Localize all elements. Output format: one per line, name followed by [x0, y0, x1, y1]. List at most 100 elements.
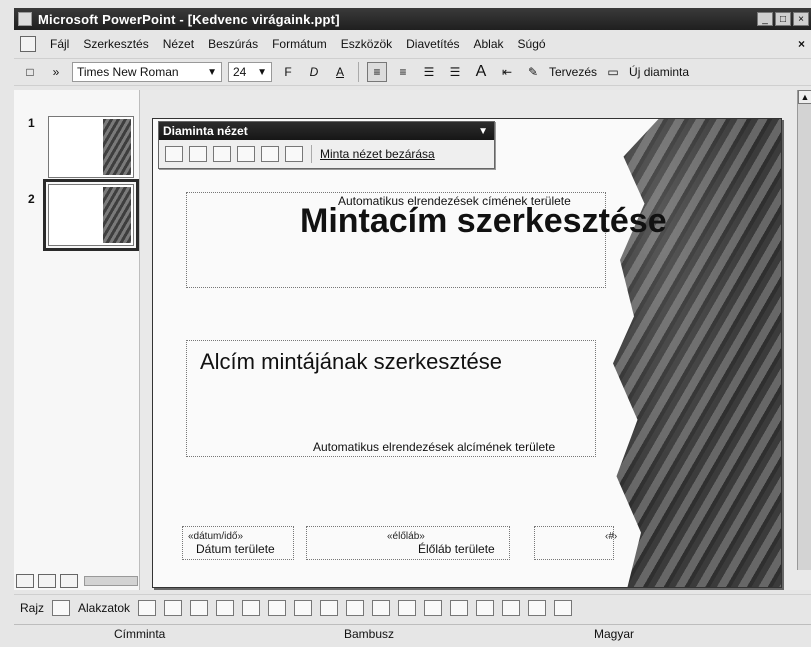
align-center-icon[interactable]: ≡ — [393, 62, 413, 82]
font-color-icon[interactable] — [424, 599, 443, 616]
close-master-view-button[interactable]: Minta nézet bezárása — [320, 147, 435, 161]
fill-color-icon[interactable] — [372, 599, 391, 616]
underline-button[interactable]: A — [330, 62, 350, 82]
thumbnail-bamboo-image — [103, 187, 131, 243]
italic-button[interactable]: D — [304, 62, 324, 82]
horizontal-scrollbar[interactable] — [84, 576, 138, 586]
text-box-icon[interactable] — [242, 599, 261, 616]
draw-menu-button[interactable]: Rajz — [20, 601, 44, 615]
clip-art-icon[interactable] — [320, 599, 339, 616]
insert-title-master-icon[interactable] — [189, 146, 207, 162]
subtitle-text: Alcím mintájának szerkesztése — [200, 349, 502, 374]
scroll-up-icon[interactable]: ▲ — [798, 90, 811, 104]
chevron-down-icon: ▼ — [257, 66, 267, 78]
align-left-icon[interactable]: ≡ — [367, 62, 387, 82]
master-toolbar-separator — [311, 145, 312, 163]
document-close-icon[interactable]: × — [798, 37, 811, 51]
decrease-indent-icon[interactable]: ⇤ — [497, 62, 517, 82]
bulleted-list-icon[interactable]: ☰ — [445, 62, 465, 82]
toolbar-overflow-icon[interactable]: » — [46, 62, 66, 82]
title-text: Mintacím szerkesztése — [300, 202, 667, 240]
master-toolbar-titlebar[interactable]: Diaminta nézet ▼ — [159, 122, 494, 140]
bold-button[interactable]: F — [278, 62, 298, 82]
subtitle-placeholder-caption: Automatikus elrendezések alcímének terül… — [313, 440, 556, 454]
status-language: Magyar — [594, 627, 635, 641]
slide-number-field-code: ‹#› — [605, 531, 618, 542]
minimize-button[interactable]: _ — [757, 12, 773, 26]
line-color-icon[interactable] — [398, 599, 417, 616]
chevron-down-icon[interactable]: ▼ — [478, 126, 494, 137]
window-titlebar: Microsoft PowerPoint - [Kedvenc virágain… — [14, 8, 811, 30]
chevron-down-icon: ▼ — [207, 66, 217, 78]
menu-insert[interactable]: Beszúrás — [208, 37, 258, 51]
status-design-template: Bambusz — [344, 627, 395, 641]
status-master-type: Címminta — [114, 627, 166, 641]
menu-tools[interactable]: Eszközök — [341, 37, 392, 51]
toolbar-separator — [358, 62, 359, 82]
title-text-line: Mintacím szerkesztése — [300, 202, 667, 240]
menu-file[interactable]: Fájl — [50, 37, 69, 51]
menu-bar: Fájl Szerkesztés Nézet Beszúrás Formátum… — [14, 32, 811, 56]
close-button[interactable]: × — [793, 12, 809, 26]
oval-icon[interactable] — [216, 599, 235, 616]
normal-view-icon[interactable] — [16, 574, 34, 588]
select-objects-icon[interactable] — [52, 599, 71, 616]
diagram-icon[interactable] — [294, 599, 313, 616]
maximize-button[interactable]: □ — [775, 12, 791, 26]
footer-placeholder-label: Élőláb területe — [418, 542, 495, 556]
font-size-value: 24 — [233, 65, 247, 79]
powerpoint-app-icon — [18, 12, 32, 26]
slide-thumbnails-panel: 1 2 — [14, 90, 140, 590]
shadow-style-icon[interactable] — [528, 599, 547, 616]
bamboo-background-image — [613, 119, 781, 587]
thumbnail-number: 1 — [28, 116, 35, 130]
drawing-toolbar: Rajz Alakzatok — [14, 594, 811, 620]
wordart-icon[interactable] — [268, 599, 287, 616]
insert-picture-icon[interactable] — [346, 599, 365, 616]
design-icon[interactable]: ✎ — [523, 62, 543, 82]
slide-sorter-view-icon[interactable] — [38, 574, 56, 588]
document-icon[interactable] — [20, 36, 36, 52]
new-document-icon[interactable]: □ — [20, 62, 40, 82]
delete-master-icon[interactable] — [213, 146, 231, 162]
arrow-style-icon[interactable] — [502, 599, 521, 616]
rectangle-icon[interactable] — [190, 599, 209, 616]
dash-style-icon[interactable] — [476, 599, 495, 616]
menu-format[interactable]: Formátum — [272, 37, 327, 51]
numbered-list-icon[interactable]: ☰ — [419, 62, 439, 82]
font-select[interactable]: Times New Roman ▼ — [72, 62, 222, 82]
3d-style-icon[interactable] — [554, 599, 573, 616]
arrow-icon[interactable] — [164, 599, 183, 616]
footer-field-code: «élőláb» — [387, 531, 425, 542]
window-controls: _ □ × — [757, 12, 811, 26]
new-slide-master-button[interactable]: Új diaminta — [629, 65, 689, 79]
line-style-icon[interactable] — [450, 599, 469, 616]
master-layout-icon[interactable] — [285, 146, 303, 162]
slide-master-view-toolbar: Diaminta nézet ▼ Minta nézet bezárása — [158, 121, 495, 169]
line-icon[interactable] — [138, 599, 157, 616]
slide-show-view-icon[interactable] — [60, 574, 78, 588]
menu-help[interactable]: Súgó — [518, 37, 546, 51]
menu-window[interactable]: Ablak — [474, 37, 504, 51]
design-button[interactable]: Tervezés — [549, 65, 597, 79]
window-title: Microsoft PowerPoint - [Kedvenc virágain… — [38, 11, 340, 27]
increase-font-size-button[interactable]: A — [471, 62, 491, 82]
font-size-select[interactable]: 24 ▼ — [228, 62, 272, 82]
slide-thumbnail[interactable] — [48, 116, 134, 178]
formatting-toolbar: □ » Times New Roman ▼ 24 ▼ F D A ≡ ≡ ☰ ☰… — [14, 58, 811, 86]
menu-edit[interactable]: Szerkesztés — [83, 37, 148, 51]
preserve-master-icon[interactable] — [237, 146, 255, 162]
thumbnail-bamboo-image — [103, 119, 131, 175]
autoshapes-menu-button[interactable]: Alakzatok — [78, 601, 130, 615]
menu-view[interactable]: Nézet — [163, 37, 194, 51]
rename-master-icon[interactable] — [261, 146, 279, 162]
menu-slide-show[interactable]: Diavetítés — [406, 37, 459, 51]
font-value: Times New Roman — [77, 65, 179, 79]
date-field-code: «dátum/idő» — [188, 531, 244, 542]
slide-thumbnail[interactable] — [43, 179, 139, 251]
vertical-scrollbar[interactable]: ▲ — [797, 90, 811, 570]
slide-number-placeholder[interactable] — [534, 526, 614, 560]
master-toolbar-body: Minta nézet bezárása — [159, 140, 494, 168]
new-slide-icon[interactable]: ▭ — [603, 62, 623, 82]
insert-slide-master-icon[interactable] — [165, 146, 183, 162]
